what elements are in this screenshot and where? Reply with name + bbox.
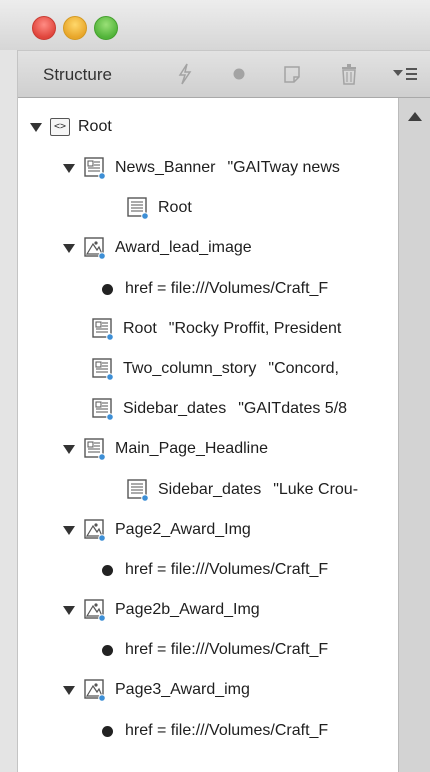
disclosure-triangle-icon[interactable] [63,444,75,454]
tree-row-content-preview: "Concord, [268,360,339,377]
tree-row-label: Sidebar_dates [123,400,227,417]
tree-row[interactable]: Main_Page_Headline [63,434,280,464]
window-titlebar [0,0,430,50]
disclosure-triangle-icon[interactable] [30,122,42,132]
disclosure-triangle-icon[interactable] [63,243,75,253]
graphic-element-icon [83,678,107,702]
text-element-icon [91,317,115,341]
tree-row-label: Root [78,118,112,135]
panel-tab-structure[interactable]: Structure [43,65,112,85]
tree-row-label: Main_Page_Headline [115,440,268,457]
trash-icon[interactable] [337,59,361,89]
dot-icon[interactable] [228,59,250,89]
tree-row[interactable]: href = file:///Volumes/Craft_F [102,555,340,585]
story-element-icon [126,196,150,220]
tree-row-label: Page2_Award_Img [115,521,251,538]
text-element-icon [83,437,107,461]
tree-row-label: href = file:///Volumes/Craft_F [125,641,329,658]
graphic-element-icon [83,236,107,260]
tree-row[interactable]: News_Banner "GAITway news [63,153,340,183]
tree-row[interactable]: Award_lead_image [63,233,264,263]
tree-row[interactable]: href = file:///Volumes/Craft_F [102,274,340,304]
new-element-icon[interactable] [280,59,304,89]
tree-row[interactable]: Sidebar_dates "GAITdates 5/8 [91,394,347,424]
attribute-bullet-icon [102,564,113,576]
tree-row-label: Root [158,199,192,216]
attribute-bullet-icon [102,283,113,295]
attribute-bullet-icon [102,644,113,656]
disclosure-triangle-icon[interactable] [63,525,75,535]
tree-row[interactable]: Page3_Award_img [63,675,262,705]
tree-row[interactable]: Root "Rocky Proffit, President [91,314,341,344]
text-element-icon [91,397,115,421]
tree-row-content-preview: "GAITdates 5/8 [238,400,348,417]
disclosure-triangle-icon[interactable] [63,163,75,173]
close-window-button[interactable] [32,16,56,40]
root-element-icon: <> [50,118,70,136]
disclosure-triangle-icon[interactable] [63,685,75,695]
tree-row[interactable]: href = file:///Volumes/Craft_F [102,716,340,746]
attribute-bullet-icon [102,725,113,737]
vertical-scrollbar[interactable] [398,98,430,772]
panel-menu-icon[interactable] [390,59,420,89]
tree-row[interactable]: Root [126,193,204,223]
zoom-window-button[interactable] [94,16,118,40]
graphic-element-icon [83,518,107,542]
text-element-icon [83,156,107,180]
tree-row-label: News_Banner [115,159,216,176]
panel-left-edge [0,50,18,772]
text-element-icon [91,357,115,381]
tree-row[interactable]: Page2b_Award_Img [63,595,272,625]
scroll-up-arrow[interactable] [408,112,422,121]
minimize-window-button[interactable] [63,16,87,40]
lightning-icon[interactable] [174,59,196,89]
tree-row[interactable]: Sidebar_dates "Luke Crou- [126,475,358,505]
tree-row-content-preview: "Rocky Proffit, President [168,320,342,337]
tree-row-label: href = file:///Volumes/Craft_F [125,280,329,297]
tree-row-content-preview: "GAITway news [227,159,340,176]
tree-row-content-preview: "Luke Crou- [273,481,359,498]
tree-row-label: Page2b_Award_Img [115,601,260,618]
tree-row-label: href = file:///Volumes/Craft_F [125,561,329,578]
tree-row[interactable]: Page2_Award_Img [63,515,263,545]
panel-toolbar: Structure [18,50,430,98]
tree-row-label: Page3_Award_img [115,681,250,698]
tree-row[interactable]: href = file:///Volumes/Craft_F [102,635,340,665]
tree-row-label: Two_column_story [123,360,257,377]
tree-row-label: href = file:///Volumes/Craft_F [125,722,329,739]
tree-row[interactable]: Two_column_story "Concord, [91,354,339,384]
disclosure-triangle-icon[interactable] [63,605,75,615]
story-element-icon [126,478,150,502]
tree-row-label: Root [123,320,157,337]
structure-tree: <> Root News_Banner "GAITway news Root Award_… [18,98,398,772]
tree-row-label: Sidebar_dates [158,481,262,498]
tree-row-label: Award_lead_image [115,239,252,256]
graphic-element-icon [83,598,107,622]
tree-row[interactable]: <> Root [30,112,124,142]
